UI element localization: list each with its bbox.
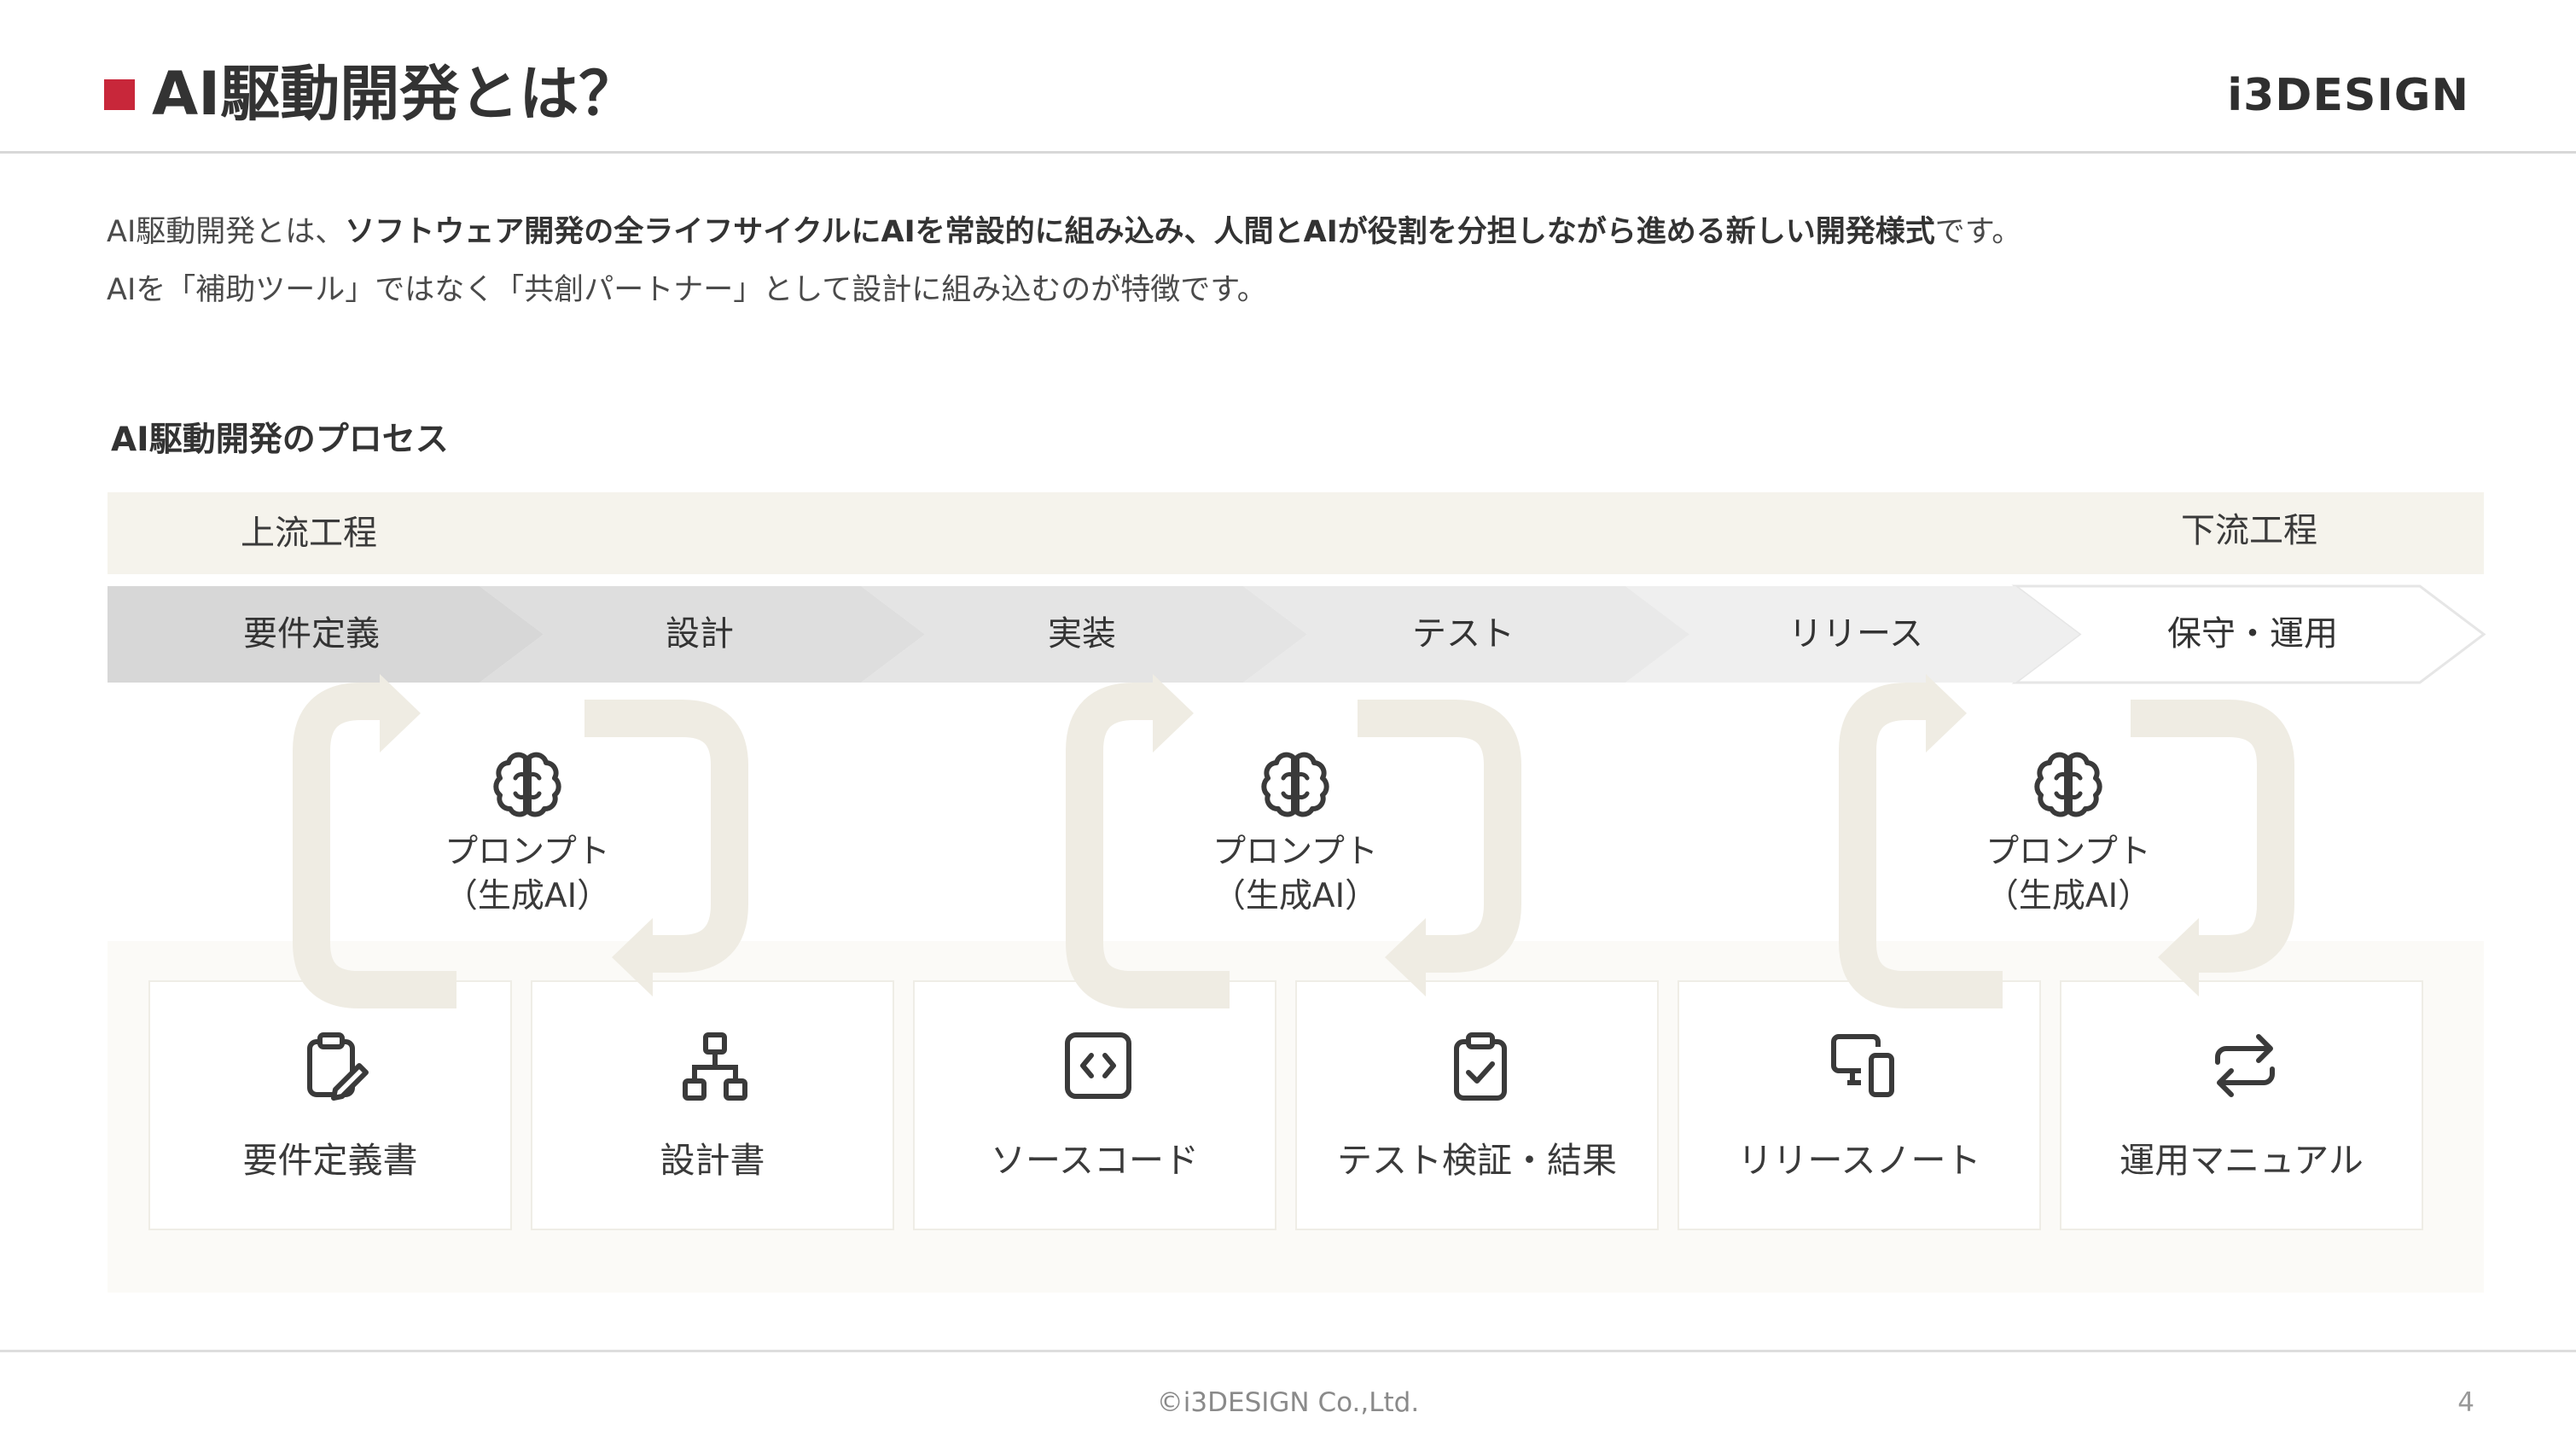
brain-icon [2034, 752, 2102, 817]
prompt-sublabel: （生成AI） [444, 877, 611, 915]
page-number: 4 [2457, 1387, 2474, 1418]
prompt-label: プロンプト [445, 833, 610, 871]
phase-upstream-label: 上流工程 [241, 514, 377, 553]
step-label: テスト [1412, 614, 1515, 654]
loop-arrowhead [1926, 674, 1967, 753]
footer-divider [0, 1350, 2576, 1352]
prompt-sublabel: （生成AI） [1212, 877, 1379, 915]
process-heading: AI駆動開発のプロセス [111, 421, 449, 459]
sitemap-icon [683, 1032, 747, 1101]
copyright: ©i3DESIGN Co.,Ltd. [1156, 1387, 1420, 1418]
step-label: リリース [1788, 614, 1923, 654]
intro-emphasis: ソフトウェア開発の全ライフサイクルにAIを常設的に組み込み、人間とAIが役割を分… [345, 215, 1935, 249]
phase-downstream-label: 下流工程 [2181, 511, 2317, 550]
artifact-label: リリースノート [1737, 1140, 1981, 1181]
prompt-label: プロンプト [1986, 833, 2151, 871]
clipboard-edit-icon [307, 1032, 369, 1101]
devices-icon [1831, 1034, 1894, 1097]
title-marker [104, 79, 135, 110]
brain-icon [493, 752, 561, 817]
artifact-card: 運用マニュアル [2060, 980, 2423, 1230]
artifact-label: 設計書 [660, 1140, 765, 1181]
header-divider [0, 151, 2576, 154]
artifact-card: テスト検証・結果 [1295, 980, 1659, 1230]
artifact-label: 要件定義書 [242, 1140, 418, 1181]
company-logo: i3DESIGN [2227, 70, 2469, 121]
loop-arrowhead [380, 674, 421, 753]
code-icon [1065, 1032, 1131, 1099]
intro-line-2: AIを「補助ツール」ではなく「共創パートナー」として設計に組み込むのが特徴です。 [107, 273, 1267, 307]
phase-band [108, 492, 2484, 574]
intro-prefix: AI駆動開発とは、 [107, 215, 346, 249]
artifact-label: 運用マニュアル [2120, 1140, 2364, 1181]
intro-suffix: です。 [1934, 215, 2022, 249]
artifact-card: 設計書 [531, 980, 894, 1230]
step-label: 設計 [666, 614, 734, 654]
artifact-card: ソースコード [913, 980, 1276, 1230]
prompt-sublabel: （生成AI） [1985, 877, 2152, 915]
step-label: 要件定義 [243, 614, 380, 654]
page-title: AI駆動開発とは？ [152, 59, 639, 129]
step-label: 保守・運用 [2167, 614, 2338, 654]
step-label: 実装 [1048, 614, 1116, 654]
artifact-label: ソースコード [991, 1140, 1199, 1181]
artifact-card: リリースノート [1678, 980, 2041, 1230]
brain-icon [1261, 752, 1329, 817]
repeat-icon [2215, 1034, 2275, 1097]
clipboard-check-icon [1454, 1032, 1507, 1101]
loop-arrowhead [1153, 674, 1194, 753]
artifact-label: テスト検証・結果 [1337, 1140, 1617, 1181]
intro-line-1: AI駆動開発とは、ソフトウェア開発の全ライフサイクルにAIを常設的に組み込み、人… [107, 206, 2021, 258]
prompt-label: プロンプト [1212, 833, 1378, 871]
artifact-card: 要件定義書 [148, 980, 512, 1230]
